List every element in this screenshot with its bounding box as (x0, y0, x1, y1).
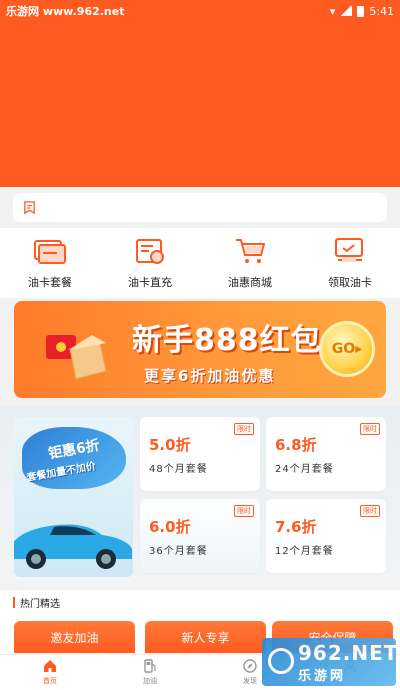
card-recharge-icon (136, 239, 164, 264)
go-button[interactable]: GO ▸ (319, 321, 375, 377)
claim-card-icon (335, 238, 363, 262)
status-icons: ▾ 5:41 (330, 5, 394, 18)
quick-item-label: 油惠商城 (228, 276, 272, 289)
battery-icon (357, 5, 365, 17)
pick-invite-friends[interactable]: 邀友加油 (14, 621, 135, 653)
promo-card[interactable]: 钜惠6折 套餐加量不加价 (14, 417, 133, 577)
card-package-icon (34, 240, 66, 264)
package-discount: 6.0折 (149, 518, 191, 536)
limited-badge: 限时 (234, 505, 254, 517)
package-duration: 24个月套餐 (275, 464, 334, 475)
home-icon (44, 660, 56, 672)
site-watermark: 962.NET 乐游网 (262, 638, 399, 686)
quick-menu: 油卡套餐 油卡直充 油惠商城 领取油卡 (0, 228, 400, 298)
banner-title: 新手888红包 (132, 323, 322, 358)
watermark-site-name: 乐游网 (298, 668, 347, 684)
pick-newbie-exclusive[interactable]: 新人专享 (145, 621, 266, 653)
fuel-pump-icon (144, 659, 156, 673)
quick-item-label: 油卡套餐 (28, 276, 72, 289)
notice-bar[interactable] (13, 193, 387, 222)
package-duration: 48个月套餐 (149, 464, 208, 475)
watermark-domain: 962.NET (298, 640, 399, 665)
hero-banner[interactable] (0, 22, 400, 187)
clock: 5:41 (369, 4, 394, 18)
quick-item-mall[interactable]: 油惠商城 (200, 228, 300, 298)
package-card[interactable]: 限时 6.0折 36个月套餐 (140, 499, 260, 573)
car-image (14, 524, 132, 569)
signal-icon (340, 6, 353, 16)
banner-subtitle: 更享6折加油优惠 (144, 367, 276, 385)
watermark-logo-icon (268, 648, 294, 674)
quick-item-label: 油卡直充 (128, 276, 172, 289)
tab-refuel[interactable]: 加油 (100, 655, 200, 690)
package-discount: 6.8折 (275, 436, 317, 454)
status-bar: 乐游网 www.962.net ▾ 5:41 (0, 0, 400, 22)
package-duration: 12个月套餐 (275, 546, 334, 557)
watermark-text: 乐游网 www.962.net (6, 5, 125, 18)
package-card[interactable]: 限时 6.8折 24个月套餐 (266, 417, 386, 491)
package-card[interactable]: 限时 7.6折 12个月套餐 (266, 499, 386, 573)
tab-label: 发现 (243, 677, 257, 685)
newbie-red-packet-banner[interactable]: 新手888红包 更享6折加油优惠 GO ▸ (14, 301, 386, 398)
shopping-cart-icon (236, 239, 266, 263)
quick-item-claim-card[interactable]: 领取油卡 (300, 228, 400, 298)
limited-badge: 限时 (234, 423, 254, 435)
package-discount: 5.0折 (149, 436, 191, 454)
limited-badge: 限时 (360, 505, 380, 517)
quick-item-card-recharge[interactable]: 油卡直充 (100, 228, 200, 298)
go-label: GO (331, 341, 356, 357)
package-section: 钜惠6折 套餐加量不加价 限时 5.0折 48个月套餐 限时 6.8折 24个月… (0, 405, 400, 585)
package-card[interactable]: 限时 5.0折 48个月套餐 (140, 417, 260, 491)
tab-label: 加油 (143, 677, 157, 685)
compass-icon (243, 659, 257, 673)
gift-box-icon (46, 335, 107, 380)
section-header: 热门精选 (0, 590, 400, 614)
section-title: 热门精选 (20, 598, 60, 610)
bookmark-icon (24, 201, 35, 215)
tab-label: 首页 (43, 677, 57, 685)
wifi-icon: ▾ (329, 4, 336, 18)
package-duration: 36个月套餐 (149, 546, 208, 557)
play-icon: ▸ (355, 341, 363, 357)
section-accent-bar (13, 596, 15, 608)
package-discount: 7.6折 (275, 518, 317, 536)
quick-item-label: 领取油卡 (328, 276, 372, 289)
tab-home[interactable]: 首页 (0, 655, 100, 690)
limited-badge: 限时 (360, 423, 380, 435)
quick-item-card-package[interactable]: 油卡套餐 (0, 228, 100, 298)
